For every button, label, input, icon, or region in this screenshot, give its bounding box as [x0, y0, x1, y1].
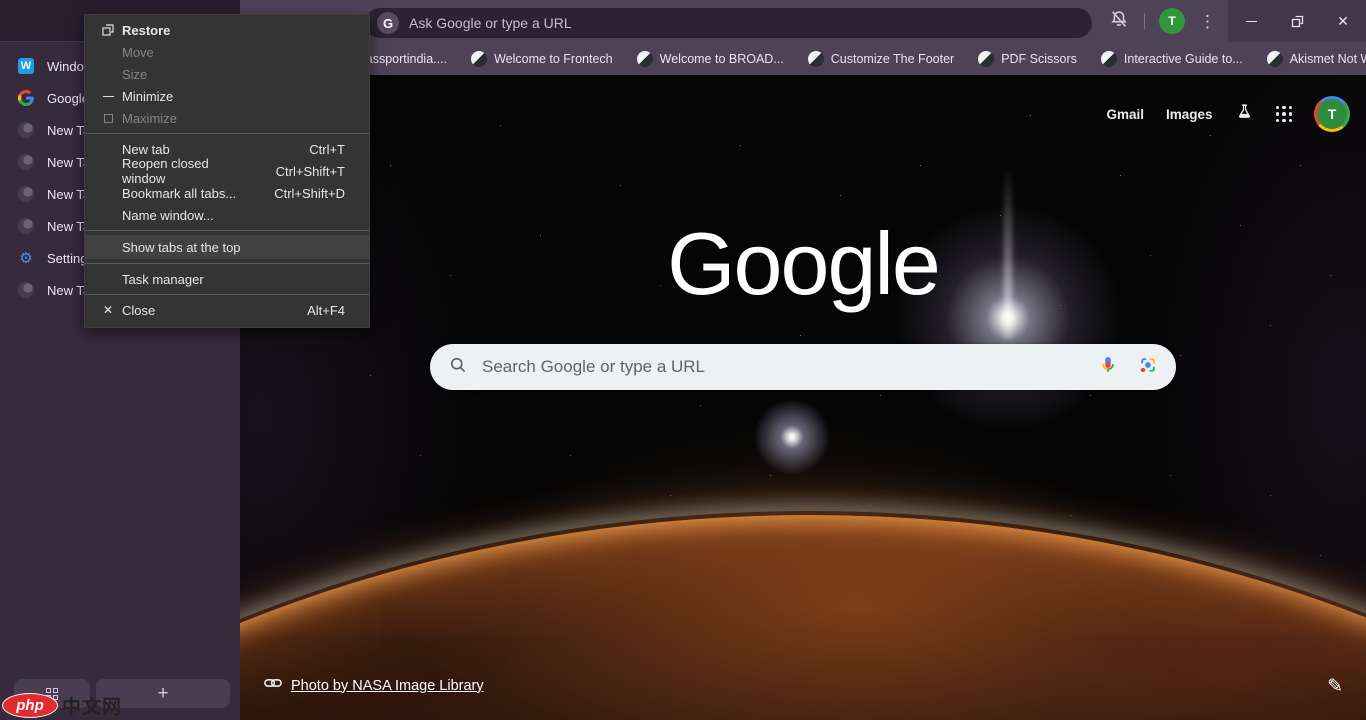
globe-favicon-icon	[637, 51, 653, 67]
shortcut-label: Ctrl+T	[309, 142, 345, 157]
bookmark-item[interactable]: PDF Scissors	[978, 51, 1077, 67]
bookmark-item[interactable]: Welcome to BROAD...	[637, 51, 784, 67]
gear-icon: ⚙	[18, 250, 34, 266]
browser-toolbar: G Ask Google or type a URL T ⋮	[240, 0, 1366, 42]
menu-item-reopen-closed-window[interactable]: Reopen closed windowCtrl+Shift+T	[85, 160, 369, 182]
google-logo-icon	[18, 90, 34, 106]
images-link[interactable]: Images	[1166, 107, 1213, 122]
address-placeholder[interactable]: Ask Google or type a URL	[409, 15, 572, 31]
window-context-menu: Restore Move Size Minimize Maximize New …	[84, 14, 370, 328]
watermark-cn-text: 中文网	[62, 692, 122, 719]
menu-item-show-tabs-at-top[interactable]: Show tabs at the top	[85, 235, 369, 259]
browser-window: G Ask Google or type a URL T ⋮ ✕ w.passp…	[0, 0, 1366, 720]
menu-item-size: Size	[85, 63, 369, 85]
search-icon	[448, 355, 468, 380]
menu-separator	[85, 230, 369, 231]
close-icon: ✕	[94, 303, 122, 317]
globe-favicon-icon	[18, 282, 34, 298]
globe-favicon-icon	[978, 51, 994, 67]
google-favicon-icon: G	[377, 12, 399, 34]
menu-item-close[interactable]: ✕CloseAlt+F4	[85, 299, 369, 321]
bookmark-item[interactable]: Customize The Footer	[808, 51, 954, 67]
globe-favicon-icon	[18, 218, 34, 234]
gmail-link[interactable]: Gmail	[1106, 107, 1144, 122]
php-cn-watermark: php 中文网	[2, 692, 122, 719]
account-avatar[interactable]: T	[1314, 96, 1350, 132]
close-button[interactable]: ✕	[1328, 6, 1358, 36]
menu-item-name-window[interactable]: Name window...	[85, 204, 369, 226]
minimize-button[interactable]	[1236, 6, 1266, 36]
menu-item-maximize: Maximize	[85, 107, 369, 129]
new-tab-page: Gmail Images T Google Search Google or t…	[240, 75, 1366, 720]
bookmark-item[interactable]: Welcome to Frontech	[471, 51, 613, 67]
globe-favicon-icon	[1267, 51, 1283, 67]
bookmark-item[interactable]: Akismet Not Workin...	[1267, 51, 1366, 67]
menu-separator	[85, 133, 369, 134]
google-apps-icon[interactable]	[1276, 106, 1293, 123]
menu-separator	[85, 263, 369, 264]
menu-item-task-manager[interactable]: Task manager	[85, 268, 369, 290]
menu-item-bookmark-all-tabs[interactable]: Bookmark all tabs...Ctrl+Shift+D	[85, 182, 369, 204]
php-logo: php	[2, 693, 58, 718]
minimize-icon	[94, 96, 122, 97]
plus-icon: +	[157, 684, 168, 703]
google-lens-icon[interactable]	[1138, 355, 1158, 380]
maximize-icon	[94, 114, 122, 123]
voice-search-icon[interactable]	[1098, 355, 1118, 380]
search-placeholder[interactable]: Search Google or type a URL	[482, 357, 1098, 377]
globe-favicon-icon	[471, 51, 487, 67]
globe-favicon-icon	[18, 122, 34, 138]
search-box[interactable]: Search Google or type a URL	[430, 344, 1176, 390]
globe-favicon-icon	[808, 51, 824, 67]
toolbar-separator	[1144, 13, 1145, 29]
notifications-off-icon[interactable]	[1108, 8, 1130, 35]
restore-icon	[94, 24, 122, 36]
customize-chrome-pencil-icon[interactable]: ✎	[1327, 675, 1343, 698]
link-icon	[264, 676, 282, 695]
menu-item-minimize[interactable]: Minimize	[85, 85, 369, 107]
globe-favicon-icon	[18, 186, 34, 202]
bookmark-item[interactable]: Interactive Guide to...	[1101, 51, 1243, 67]
shortcut-label: Alt+F4	[307, 303, 345, 318]
w-favicon-icon: W	[18, 58, 34, 74]
bookmarks-bar: w.passportindia.... Welcome to Frontech …	[240, 42, 1366, 75]
globe-favicon-icon	[1101, 51, 1117, 67]
menu-item-move: Move	[85, 41, 369, 63]
shortcut-label: Ctrl+Shift+D	[274, 186, 345, 201]
shortcut-label: Ctrl+Shift+T	[276, 164, 345, 179]
browser-menu-icon[interactable]: ⋮	[1199, 13, 1216, 30]
restore-button[interactable]	[1282, 6, 1312, 36]
photo-credit-text[interactable]: Photo by NASA Image Library	[291, 678, 484, 694]
small-star-glow	[747, 392, 837, 482]
address-bar[interactable]: G Ask Google or type a URL	[365, 8, 1092, 38]
menu-item-restore[interactable]: Restore	[85, 19, 369, 41]
google-logo: Google	[240, 213, 1366, 315]
labs-flask-icon[interactable]	[1235, 102, 1254, 126]
photo-credit-link[interactable]: Photo by NASA Image Library	[264, 676, 484, 695]
globe-favicon-icon	[18, 154, 34, 170]
menu-separator	[85, 294, 369, 295]
profile-avatar[interactable]: T	[1159, 8, 1185, 34]
window-controls: ✕	[1228, 0, 1366, 42]
